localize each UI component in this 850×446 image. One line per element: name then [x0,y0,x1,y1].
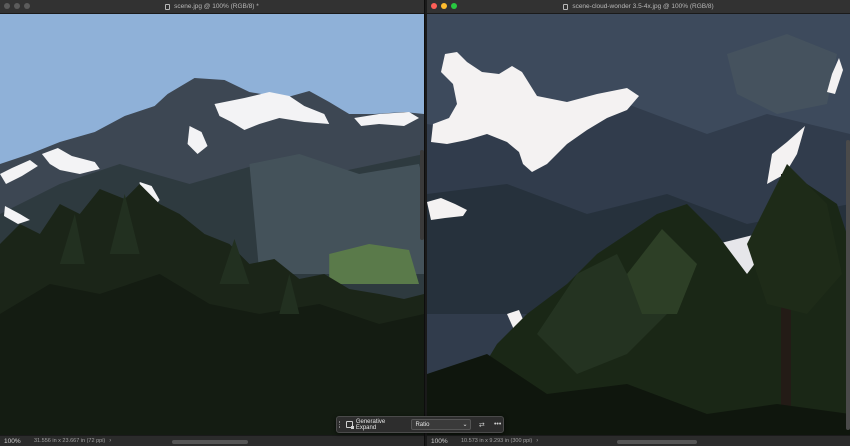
document-icon [563,3,569,10]
contextual-task-bar[interactable]: Generative Expand Ratio ⌄ ⇄ ••• [336,416,504,433]
document-title: scene-cloud-wonder 3.5-4x.jpg @ 100% (RG… [572,3,714,10]
upscaled-mountain-image [427,14,850,436]
chevron-down-icon: ⌄ [462,422,468,428]
title-bar-left[interactable]: scene.jpg @ 100% (RGB/8) * [0,0,424,14]
swap-icon: ⇄ [478,421,485,429]
document-info: 31.556 in x 23.667 in (72 ppi) [34,438,106,444]
minimize-window-button[interactable] [441,3,447,9]
window-controls-right[interactable] [431,3,457,9]
more-options-button[interactable]: ••• [492,419,503,430]
minimize-window-button[interactable] [14,3,20,9]
horizontal-scrollbar-right[interactable] [617,440,697,444]
close-window-button[interactable] [431,3,437,9]
more-icon: ••• [493,421,502,428]
vertical-scrollbar-left[interactable] [420,150,424,240]
status-bar-left: 100% 31.556 in x 23.667 in (72 ppi) › [0,435,424,446]
zoom-level[interactable]: 100% [0,438,32,445]
document-info: 10.573 in x 9.293 in (300 ppi) [461,438,533,444]
swap-orientation-button[interactable]: ⇄ [476,419,487,430]
horizontal-scrollbar-left[interactable] [172,440,248,444]
document-icon [165,3,171,10]
window-controls-left[interactable] [4,3,30,9]
vertical-scrollbar-right[interactable] [846,140,850,430]
maximize-window-button[interactable] [451,3,457,9]
generative-expand-label: Generative Expand [355,418,386,431]
ratio-select[interactable]: Ratio ⌄ [411,419,472,430]
mountain-scene-image [0,14,424,436]
image-canvas-left[interactable] [0,14,424,436]
document-window-left[interactable]: scene.jpg @ 100% (RGB/8) * 100% 31.556 i… [0,0,425,446]
generative-expand-button[interactable]: Generative Expand [342,419,405,431]
document-window-right[interactable]: scene-cloud-wonder 3.5-4x.jpg @ 100% (RG… [427,0,850,446]
maximize-window-button[interactable] [24,3,30,9]
zoom-level[interactable]: 100% [427,438,459,445]
status-menu-chevron-icon[interactable]: › [109,438,111,444]
title-bar-right[interactable]: scene-cloud-wonder 3.5-4x.jpg @ 100% (RG… [427,0,850,14]
document-title: scene.jpg @ 100% (RGB/8) * [174,3,259,10]
close-window-button[interactable] [4,3,10,9]
ratio-select-value: Ratio [415,421,430,428]
generative-expand-icon [346,421,355,429]
status-bar-right: 100% 10.573 in x 9.293 in (300 ppi) › [427,435,850,446]
status-menu-chevron-icon[interactable]: › [536,438,538,444]
image-canvas-right[interactable] [427,14,850,436]
